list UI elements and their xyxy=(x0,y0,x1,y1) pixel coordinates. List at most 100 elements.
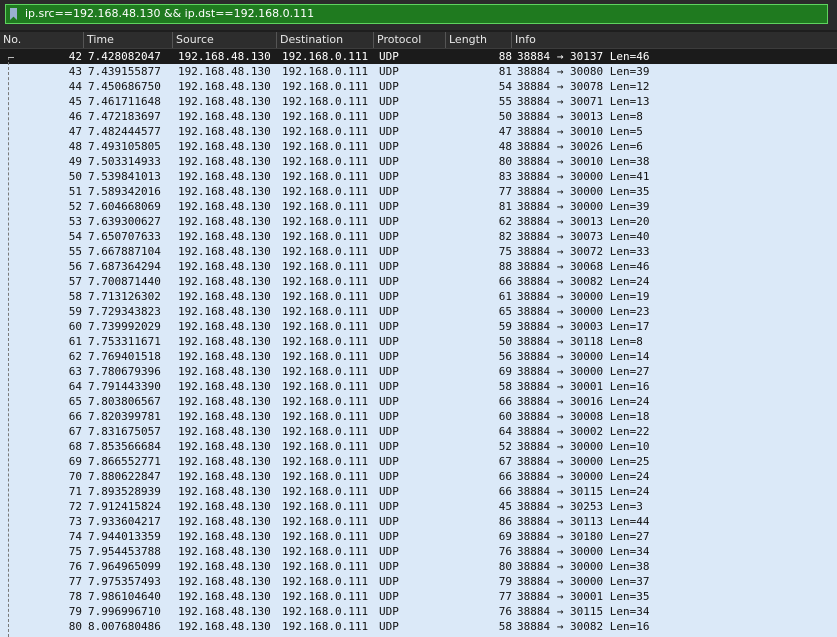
packet-protocol: UDP xyxy=(379,470,399,483)
packet-source: 192.168.48.130 xyxy=(178,350,271,363)
packet-row-selected[interactable]: 42 7.428082047 192.168.48.130 192.168.0.111… xyxy=(0,49,837,64)
packet-protocol: UDP xyxy=(379,425,399,438)
packet-row[interactable]: 50 7.539841013 192.168.48.130 192.168.0.111… xyxy=(0,169,837,184)
packet-row[interactable]: 52 7.604668069 192.168.48.130 192.168.0.111… xyxy=(0,199,837,214)
packet-row[interactable]: 67 7.831675057 192.168.48.130 192.168.0.111… xyxy=(0,424,837,439)
packet-row[interactable]: 51 7.589342016 192.168.48.130 192.168.0.111… xyxy=(0,184,837,199)
packet-time: 7.820399781 xyxy=(88,410,161,423)
packet-row[interactable]: 47 7.482444577 192.168.48.130 192.168.0.111… xyxy=(0,124,837,139)
packet-info: 38884 → 30072 Len=33 xyxy=(517,245,650,258)
packet-row[interactable]: 57 7.700871440 192.168.48.130 192.168.0.111… xyxy=(0,274,837,289)
column-header-time[interactable]: Time xyxy=(84,32,173,48)
packet-no: 45 xyxy=(68,95,82,108)
packet-row[interactable]: 56 7.687364294 192.168.48.130 192.168.0.111… xyxy=(0,259,837,274)
packet-row[interactable]: 45 7.461711648 192.168.48.130 192.168.0.111… xyxy=(0,94,837,109)
packet-protocol: UDP xyxy=(379,125,399,138)
packet-row[interactable]: 63 7.780679396 192.168.48.130 192.168.0.111… xyxy=(0,364,837,379)
packet-row[interactable]: 75 7.954453788 192.168.48.130 192.168.0.111… xyxy=(0,544,837,559)
display-filter-input[interactable]: ip.src==192.168.48.130 && ip.dst==192.16… xyxy=(5,4,828,24)
packet-row[interactable]: 74 7.944013359 192.168.48.130 192.168.0.111… xyxy=(0,529,837,544)
packet-time: 7.866552771 xyxy=(88,455,161,468)
packet-list[interactable]: 42 7.428082047 192.168.48.130 192.168.0.111… xyxy=(0,49,837,637)
packet-row[interactable]: 53 7.639300627 192.168.48.130 192.168.0.111… xyxy=(0,214,837,229)
packet-time: 7.893528939 xyxy=(88,485,161,498)
packet-protocol: UDP xyxy=(379,80,399,93)
packet-time: 7.539841013 xyxy=(88,170,161,183)
packet-no: 56 xyxy=(68,260,82,273)
packet-time: 7.650707633 xyxy=(88,230,161,243)
packet-row[interactable]: 69 7.866552771 192.168.48.130 192.168.0.111… xyxy=(0,454,837,469)
packet-row[interactable]: 49 7.503314933 192.168.48.130 192.168.0.111… xyxy=(0,154,837,169)
packet-row[interactable]: 76 7.964965099 192.168.48.130 192.168.0.111… xyxy=(0,559,837,574)
packet-row[interactable]: 62 7.769401518 192.168.48.130 192.168.0.111… xyxy=(0,349,837,364)
packet-row[interactable]: 46 7.472183697 192.168.48.130 192.168.0.111… xyxy=(0,109,837,124)
packet-length: 86 xyxy=(498,515,512,528)
column-header-length[interactable]: Length xyxy=(446,32,512,48)
packet-row[interactable]: 58 7.713126302 192.168.48.130 192.168.0.111… xyxy=(0,289,837,304)
packet-row[interactable]: 72 7.912415824 192.168.48.130 192.168.0.111… xyxy=(0,499,837,514)
packet-row[interactable]: 79 7.996996710 192.168.48.130 192.168.0.111… xyxy=(0,604,837,619)
packet-row[interactable]: 71 7.893528939 192.168.48.130 192.168.0.111… xyxy=(0,484,837,499)
packet-info: 38884 → 30115 Len=34 xyxy=(517,605,650,618)
packet-row[interactable]: 59 7.729343823 192.168.48.130 192.168.0.111… xyxy=(0,304,837,319)
packet-info: 38884 → 30071 Len=13 xyxy=(517,95,650,108)
packet-row[interactable]: 60 7.739992029 192.168.48.130 192.168.0.111… xyxy=(0,319,837,334)
packet-row[interactable]: 77 7.975357493 192.168.48.130 192.168.0.111… xyxy=(0,574,837,589)
packet-info: 38884 → 30003 Len=17 xyxy=(517,320,650,333)
packet-source: 192.168.48.130 xyxy=(178,560,271,573)
packet-time: 7.639300627 xyxy=(88,215,161,228)
packet-time: 7.753311671 xyxy=(88,335,161,348)
packet-no: 76 xyxy=(68,560,82,573)
packet-row[interactable]: 64 7.791443390 192.168.48.130 192.168.0.111… xyxy=(0,379,837,394)
packet-destination: 192.168.0.111 xyxy=(282,620,369,633)
packet-info: 38884 → 30115 Len=24 xyxy=(517,485,650,498)
packet-length: 54 xyxy=(498,80,512,93)
packet-source: 192.168.48.130 xyxy=(178,155,271,168)
packet-info: 38884 → 30137 Len=46 xyxy=(517,50,650,63)
packet-source: 192.168.48.130 xyxy=(178,290,271,303)
packet-row[interactable]: 61 7.753311671 192.168.48.130 192.168.0.111… xyxy=(0,334,837,349)
column-header-destination[interactable]: Destination xyxy=(277,32,374,48)
packet-row[interactable]: 78 7.986104640 192.168.48.130 192.168.0.111… xyxy=(0,589,837,604)
packet-time: 7.604668069 xyxy=(88,200,161,213)
packet-no: 64 xyxy=(68,380,82,393)
packet-length: 48 xyxy=(498,140,512,153)
packet-row[interactable]: 44 7.450686750 192.168.48.130 192.168.0.111… xyxy=(0,79,837,94)
packet-row[interactable]: 70 7.880622847 192.168.48.130 192.168.0.111… xyxy=(0,469,837,484)
packet-row[interactable]: 65 7.803806567 192.168.48.130 192.168.0.111… xyxy=(0,394,837,409)
packet-protocol: UDP xyxy=(379,305,399,318)
packet-row[interactable]: 43 7.439155877 192.168.48.130 192.168.0.111… xyxy=(0,64,837,79)
column-header-source[interactable]: Source xyxy=(173,32,277,48)
packet-row[interactable]: 73 7.933604217 192.168.48.130 192.168.0.111… xyxy=(0,514,837,529)
packet-source: 192.168.48.130 xyxy=(178,245,271,258)
packet-row[interactable]: 48 7.493105805 192.168.48.130 192.168.0.111… xyxy=(0,139,837,154)
packet-info: 38884 → 30068 Len=46 xyxy=(517,260,650,273)
packet-length: 62 xyxy=(498,215,512,228)
packet-row[interactable]: 80 8.007680486 192.168.48.130 192.168.0.111… xyxy=(0,619,837,634)
packet-row[interactable]: 54 7.650707633 192.168.48.130 192.168.0.111… xyxy=(0,229,837,244)
packet-source: 192.168.48.130 xyxy=(178,65,271,78)
packet-source: 192.168.48.130 xyxy=(178,425,271,438)
column-header-no[interactable]: No. xyxy=(0,32,84,48)
packet-protocol: UDP xyxy=(379,560,399,573)
packet-length: 79 xyxy=(498,575,512,588)
packet-time: 7.791443390 xyxy=(88,380,161,393)
packet-protocol: UDP xyxy=(379,200,399,213)
packet-no: 77 xyxy=(68,575,82,588)
packet-time: 7.964965099 xyxy=(88,560,161,573)
packet-row[interactable]: 68 7.853566684 192.168.48.130 192.168.0.111… xyxy=(0,439,837,454)
packet-time: 7.996996710 xyxy=(88,605,161,618)
packet-destination: 192.168.0.111 xyxy=(282,170,369,183)
packet-length: 88 xyxy=(498,260,512,273)
column-header-info[interactable]: Info xyxy=(512,32,837,48)
packet-time: 7.482444577 xyxy=(88,125,161,138)
bookmark-icon[interactable] xyxy=(10,8,17,20)
packet-row[interactable]: 66 7.820399781 192.168.48.130 192.168.0.111… xyxy=(0,409,837,424)
packet-length: 69 xyxy=(498,530,512,543)
packet-info: 38884 → 30013 Len=8 xyxy=(517,110,643,123)
packet-row[interactable]: 55 7.667887104 192.168.48.130 192.168.0.111… xyxy=(0,244,837,259)
column-header-protocol[interactable]: Protocol xyxy=(374,32,446,48)
packet-length: 45 xyxy=(498,500,512,513)
display-filter-text[interactable]: ip.src==192.168.48.130 && ip.dst==192.16… xyxy=(25,7,314,21)
packet-info: 38884 → 30000 Len=25 xyxy=(517,455,650,468)
